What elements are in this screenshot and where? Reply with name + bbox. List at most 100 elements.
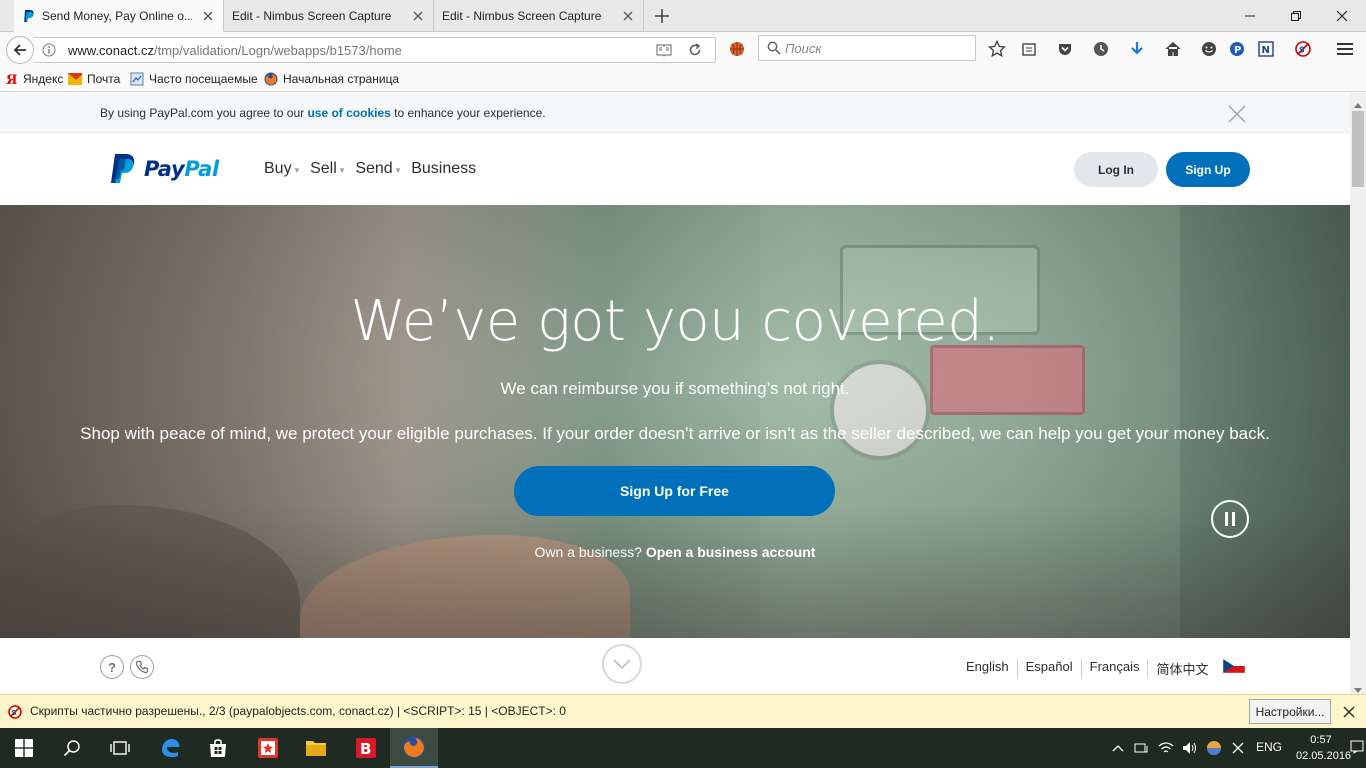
paypal-logo[interactable]: PayPal [110,153,219,184]
action-center-icon[interactable] [1350,740,1364,756]
store-icon[interactable] [194,728,242,768]
svg-text:Я: Я [6,73,17,86]
language-chinese[interactable]: 简体中文 [1148,659,1216,678]
search-input[interactable]: Поиск [758,35,976,61]
help-icon[interactable]: ? [100,655,124,679]
windows-taskbar: B ENG 0:57 02.05.2016 [0,728,1366,768]
open-business-account-link[interactable]: Open a business account [646,544,816,560]
tab-paypal[interactable]: Send Money, Pay Online o... [14,0,224,32]
history-icon[interactable] [1092,40,1110,58]
new-tab-icon[interactable] [652,6,672,26]
weather-icon[interactable] [1206,740,1222,756]
download-icon[interactable] [1128,40,1146,58]
menu-hamburger-icon[interactable] [1336,40,1354,58]
close-tab-icon[interactable] [621,9,635,23]
bookmark-start-page[interactable]: Начальная страница [264,72,399,86]
reader-view-icon[interactable] [656,43,672,60]
close-tab-icon[interactable] [411,9,425,23]
scroll-up-icon[interactable] [1354,97,1362,111]
tab-title: Send Money, Pay Online o... [42,8,192,23]
wifi-icon[interactable] [1158,740,1174,756]
language-english[interactable]: English [966,659,1018,678]
minimize-icon[interactable] [1227,0,1273,32]
back-button[interactable] [6,36,34,64]
network-icon[interactable] [1134,740,1150,756]
firefox-taskbar-icon[interactable] [390,728,438,768]
nav-business[interactable]: Business [411,160,476,178]
cookie-banner: By using PayPal.com you agree to our use… [0,93,1350,133]
bookmark-most-visited[interactable]: Часто посещаемые [130,72,258,86]
back-arrow-icon [13,44,26,56]
pause-video-button[interactable] [1211,500,1249,538]
url-bar[interactable]: www.conact.cz/tmp/validation/Logn/webapp… [34,37,716,63]
notification-close-icon[interactable] [1230,740,1246,756]
clock-time: 0:57 [1310,734,1332,746]
close-tab-icon[interactable] [201,9,215,23]
b-app-icon[interactable]: B [342,728,390,768]
search-icon [767,41,781,58]
signup-free-button[interactable]: Sign Up for Free [514,466,835,516]
task-view-icon[interactable] [96,728,144,768]
addon-p-icon[interactable]: P [1228,40,1246,58]
system-clock[interactable]: 0:57 02.05.2016 [1296,732,1351,764]
settings-button[interactable]: Настройки... [1249,699,1331,724]
tab-title: Edit - Nimbus Screen Capture [232,9,392,23]
show-hidden-icons-icon[interactable] [1110,740,1126,756]
nav-buy[interactable]: Buy ▾ [264,160,299,178]
yandex-icon: Я [4,72,18,86]
close-window-icon[interactable] [1319,0,1365,32]
main-nav: Buy ▾ Sell ▾ Send ▾ Business [264,160,487,178]
info-icon[interactable] [42,43,56,57]
tab-title: Edit - Nimbus Screen Capture [442,9,602,23]
home-icon[interactable] [1164,40,1182,58]
scroll-down-button[interactable] [602,644,642,684]
addon-n-icon[interactable]: N [1257,40,1275,58]
scrollbar-thumb[interactable] [1352,111,1364,187]
close-icon[interactable] [1342,705,1356,719]
cookie-policy-link[interactable]: use of cookies [307,106,390,120]
close-icon[interactable] [1228,105,1246,123]
noscript-icon[interactable]: S [1294,40,1312,58]
language-french[interactable]: Français [1082,659,1149,678]
pocket-icon[interactable] [1056,40,1074,58]
tab-nimbus-2[interactable]: Edit - Nimbus Screen Capture [434,0,644,32]
language-spanish[interactable]: Español [1018,659,1082,678]
bookmark-label: Часто посещаемые [149,72,258,86]
bookmarks-toolbar: Я Яндекс Почта Часто посещаемые Начальна… [0,68,1366,92]
bookmark-star-icon[interactable] [988,40,1006,58]
addon-basketball-icon[interactable] [728,40,746,58]
browser-nav-bar: www.conact.cz/tmp/validation/Logn/webapp… [0,32,1366,68]
paypal-favicon-icon [22,9,36,23]
bookmarks-menu-icon[interactable] [1020,40,1038,58]
bookmark-app-icon[interactable] [244,728,292,768]
login-button[interactable]: Log In [1074,152,1158,187]
input-language[interactable]: ENG [1256,740,1282,754]
search-icon[interactable] [48,728,96,768]
volume-icon[interactable] [1182,740,1198,756]
edge-icon[interactable] [146,728,194,768]
nav-sell[interactable]: Sell ▾ [310,160,344,178]
footer-bar: ? English Español Français 简体中文 [0,638,1350,694]
hero-body-text: Shop with peace of mind, we protect your… [80,424,1270,443]
hero-banner: We’ve got you covered. We can reimburse … [0,205,1350,638]
svg-text:S: S [12,709,17,717]
signup-button[interactable]: Sign Up [1166,152,1250,187]
start-button[interactable] [0,728,48,768]
nav-send[interactable]: Send ▾ [355,160,400,178]
svg-text:B: B [360,740,371,758]
reload-icon[interactable] [688,43,702,60]
maximize-icon[interactable] [1273,0,1319,32]
emoji-addon-icon[interactable] [1200,40,1218,58]
tab-nimbus-1[interactable]: Edit - Nimbus Screen Capture [224,0,434,32]
bookmark-yandex[interactable]: Я Яндекс [4,72,63,86]
browser-tab-bar: Send Money, Pay Online o... Edit - Nimbu… [0,0,1366,32]
bookmark-label: Начальная страница [283,72,400,86]
language-selector: English Español Français 简体中文 [966,659,1217,678]
file-explorer-icon[interactable] [292,728,340,768]
czech-flag-icon[interactable] [1223,659,1245,673]
phone-icon[interactable] [130,655,154,679]
bookmark-mail[interactable]: Почта [68,72,120,86]
url-text[interactable]: www.conact.cz/tmp/validation/Logn/webapp… [68,43,402,58]
svg-text:P: P [1234,45,1241,56]
page-scrollbar[interactable] [1350,93,1366,694]
